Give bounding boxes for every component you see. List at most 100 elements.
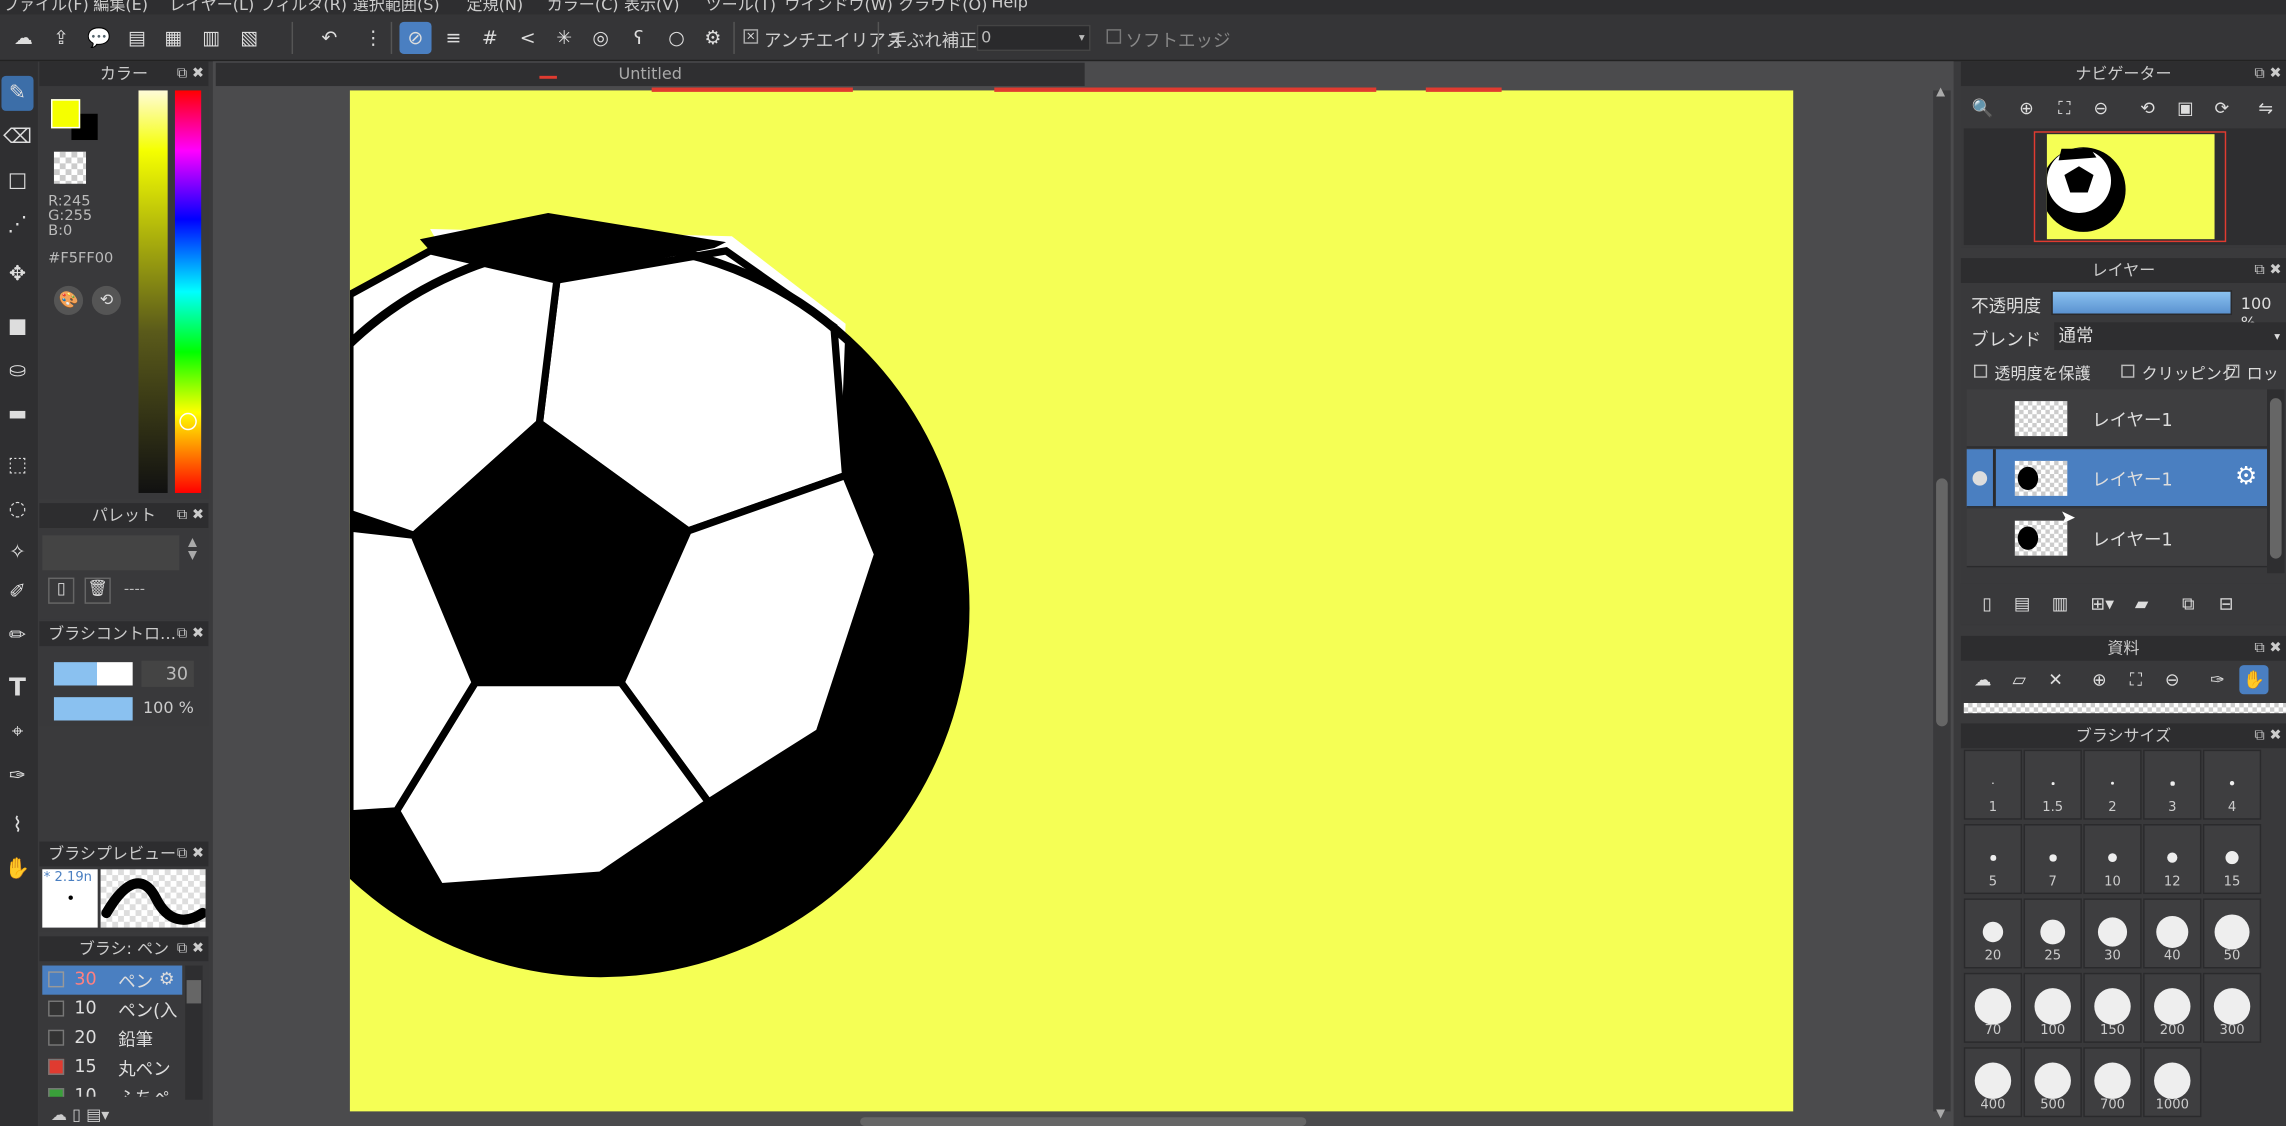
- magic-wand-tool-icon[interactable]: ✧: [1, 535, 33, 570]
- gear-icon[interactable]: ⚙: [2235, 462, 2257, 491]
- transparent-color-swatch[interactable]: [53, 151, 87, 184]
- panel-float-close-icon[interactable]: ⧉ ✖: [2254, 636, 2281, 661]
- chat-icon[interactable]: ▤: [121, 22, 153, 54]
- rotate-right-icon[interactable]: ⟳: [2207, 93, 2236, 122]
- menu-file[interactable]: ファイル(F): [3, 0, 89, 15]
- brush-item[interactable]: 10 ペン(入: [42, 995, 182, 1024]
- brush-size-cell[interactable]: 150: [2083, 972, 2142, 1043]
- brush-size-cell[interactable]: 300: [2202, 972, 2262, 1043]
- share-icon[interactable]: ⇪: [45, 22, 77, 54]
- hue-slider[interactable]: [174, 90, 202, 493]
- toolbar-grip-icon[interactable]: ⋮: [364, 22, 383, 54]
- new-layer-8bit-icon[interactable]: ▥: [2045, 589, 2074, 618]
- move-tool-icon[interactable]: ✥: [1, 257, 33, 292]
- layer-list-scrollbar[interactable]: [2267, 389, 2285, 574]
- fill-rect-tool-icon[interactable]: ■: [1, 309, 33, 344]
- antialias-checkbox[interactable]: ×: [743, 29, 759, 44]
- soft-edge-checkbox[interactable]: [1106, 29, 1122, 44]
- brush-tool-icon[interactable]: ✎: [1, 75, 34, 111]
- select-rect-tool-icon[interactable]: ⬚: [1, 448, 33, 483]
- snap-radial-icon[interactable]: ✳: [548, 22, 580, 54]
- page-list-icon[interactable]: ▥: [195, 22, 227, 54]
- brush-item[interactable]: 30 ペン ⚙: [42, 965, 183, 995]
- close-icon[interactable]: ✕: [2041, 665, 2070, 694]
- foreground-color-swatch[interactable]: [51, 99, 81, 129]
- new-halftone-layer-icon[interactable]: ▤: [2008, 589, 2037, 618]
- rotate-left-icon[interactable]: ⟲: [2133, 93, 2162, 122]
- panel-float-close-icon[interactable]: ⧉ ✖: [2254, 258, 2281, 283]
- protect-alpha-checkbox[interactable]: [1973, 364, 1988, 378]
- delete-palette-icon[interactable]: 🗑: [84, 577, 111, 604]
- merge-layer-icon[interactable]: ⊟: [2212, 589, 2241, 618]
- brush-size-cell[interactable]: 70: [1963, 972, 2023, 1043]
- brush-size-value[interactable]: 30: [141, 660, 194, 687]
- dot-tool-icon[interactable]: ⋰: [1, 207, 33, 242]
- brush-list-actions[interactable]: ☁ ▯ ▤▾: [51, 1106, 109, 1125]
- menu-ruler[interactable]: 定規(N): [467, 0, 524, 15]
- brush-item[interactable]: 10 ふちペ: [42, 1082, 182, 1097]
- brush-size-cell[interactable]: 100: [2023, 972, 2082, 1043]
- zoom-in-search-icon[interactable]: 🔍: [1968, 93, 1997, 122]
- brush-size-cell[interactable]: 25: [2023, 898, 2082, 969]
- color-palette-icon[interactable]: 🎨: [53, 285, 84, 316]
- canvas-horizontal-scrollbar[interactable]: [860, 1117, 1307, 1126]
- menu-color[interactable]: カラー(C): [547, 0, 619, 15]
- snap-perspective-icon[interactable]: <: [512, 22, 544, 54]
- palette-swatches[interactable]: [42, 535, 180, 571]
- zoom-in-icon[interactable]: ⊕: [2012, 93, 2041, 122]
- canvas-vertical-scrollbar[interactable]: ▲ ▼: [1933, 85, 1951, 1120]
- folder-icon[interactable]: ▰: [2127, 589, 2156, 618]
- brush-size-slider[interactable]: [53, 662, 133, 686]
- panel-float-close-icon[interactable]: ⧉ ✖: [177, 842, 204, 867]
- visibility-icon[interactable]: [1972, 471, 1988, 486]
- new-palette-icon[interactable]: ▯: [48, 577, 75, 604]
- zoom-out-icon[interactable]: ⊖: [2158, 665, 2187, 694]
- new-layer-icon[interactable]: ▯: [1973, 589, 2002, 618]
- select-pen-tool-icon[interactable]: ✐: [1, 575, 33, 610]
- panel-float-close-icon[interactable]: ⧉ ✖: [2254, 61, 2281, 86]
- brush-size-cell[interactable]: 5: [1963, 824, 2023, 895]
- document-tab[interactable]: Untitled: [215, 62, 1085, 87]
- gear-icon[interactable]: ⚙: [159, 968, 175, 988]
- operation-tool-icon[interactable]: ⌖: [1, 715, 33, 750]
- brush-size-cell[interactable]: 1000: [2143, 1047, 2202, 1118]
- menu-view[interactable]: 表示(V): [624, 0, 680, 15]
- flip-icon[interactable]: ⇋: [2251, 93, 2280, 122]
- snap-circle-icon[interactable]: ◎: [585, 22, 617, 54]
- cloud-download-icon[interactable]: ☁: [1968, 665, 1997, 694]
- rotate-reset-icon[interactable]: ▣: [2171, 93, 2200, 122]
- brush-opacity-slider[interactable]: [53, 697, 133, 721]
- snap-curve-icon[interactable]: ʕ: [623, 22, 655, 54]
- rectangle-tool-icon[interactable]: □: [1, 163, 33, 198]
- menu-window[interactable]: ウインドウ(W): [784, 0, 893, 15]
- color-history-icon[interactable]: ⟲: [91, 285, 122, 316]
- add-layer-menu-icon[interactable]: ⊞▾: [2083, 589, 2121, 618]
- brush-size-cell[interactable]: 4: [2202, 749, 2262, 820]
- brush-list-scrollbar[interactable]: [185, 965, 203, 1100]
- comment-icon[interactable]: 💬: [83, 22, 115, 54]
- snap-off-icon[interactable]: ⊘: [399, 21, 432, 54]
- navigator-preview[interactable]: [1963, 128, 2286, 246]
- clipping-checkbox[interactable]: [2121, 364, 2135, 378]
- duplicate-layer-icon[interactable]: ⧉: [2174, 589, 2203, 618]
- hue-slider-handle[interactable]: [179, 412, 197, 431]
- cloud-icon[interactable]: ☁: [7, 22, 39, 54]
- hand-icon[interactable]: ✋: [2239, 665, 2269, 695]
- blend-select[interactable]: 通常 ▾: [2054, 322, 2286, 351]
- open-folder-icon[interactable]: ▱: [2005, 665, 2034, 694]
- snap-grid-icon[interactable]: #: [474, 22, 506, 54]
- fit-icon[interactable]: ⛶: [2050, 93, 2079, 122]
- brush-size-cell[interactable]: 20: [1963, 898, 2023, 969]
- layer-row-selected[interactable]: レイヤー1 ⚙: [1966, 449, 2268, 508]
- palette-scroll-icon[interactable]: ▲ ▼: [182, 535, 202, 570]
- layer-row[interactable]: レイヤー1: [1966, 389, 2268, 448]
- brush-size-cell[interactable]: 7: [2023, 824, 2082, 895]
- zoom-in-icon[interactable]: ⊕: [2085, 665, 2114, 694]
- menu-edit[interactable]: 編集(E): [93, 0, 148, 15]
- panel-float-close-icon[interactable]: ⧉ ✖: [177, 503, 204, 528]
- panel-float-close-icon[interactable]: ⧉ ✖: [177, 936, 204, 961]
- brush-size-cell[interactable]: 1: [1963, 749, 2023, 820]
- brush-size-cell[interactable]: 3: [2143, 749, 2202, 820]
- lasso-tool-icon[interactable]: ◌: [1, 492, 33, 527]
- brush-size-cell[interactable]: 700: [2083, 1047, 2142, 1118]
